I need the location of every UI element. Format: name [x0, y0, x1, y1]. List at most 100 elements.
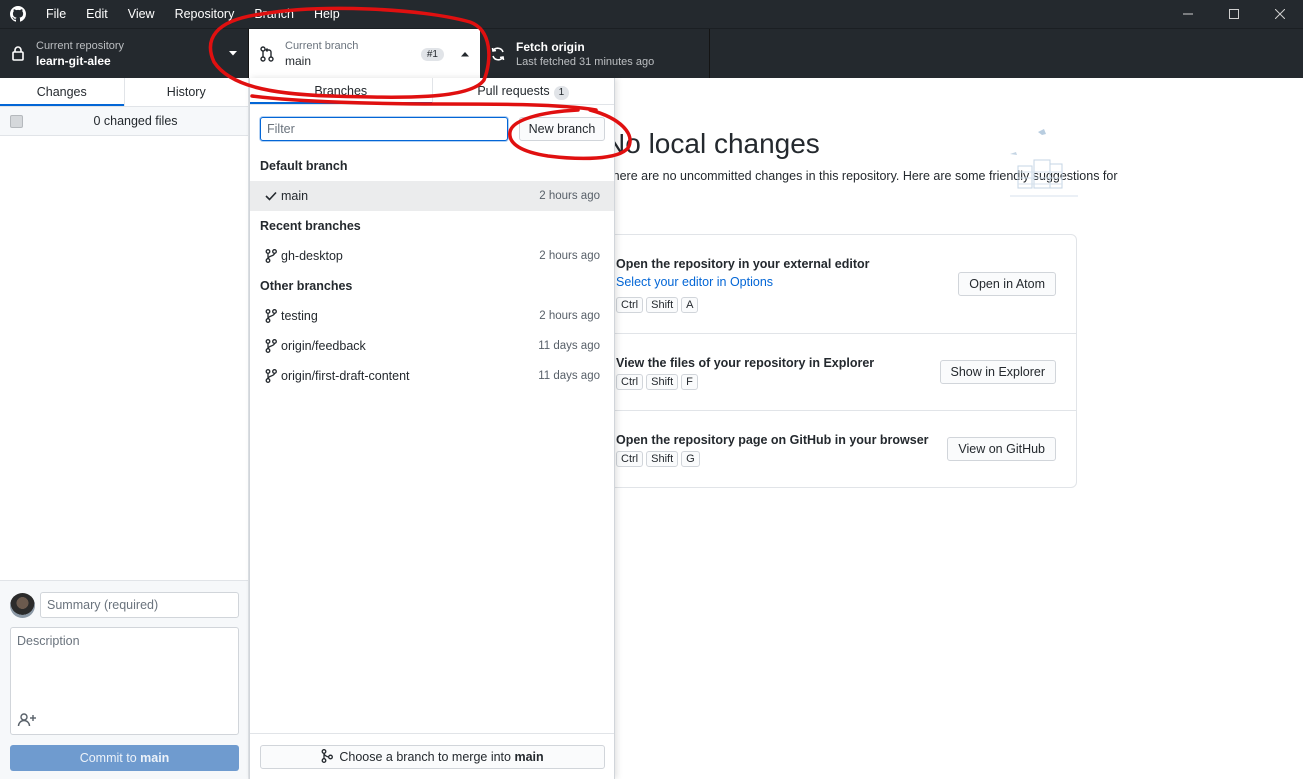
menu-file[interactable]: File [36, 0, 76, 28]
toolbar: Current repository learn-git-alee Curren… [0, 28, 1303, 79]
branch-dropdown: Branches Pull requests1 New branch Defau… [249, 78, 615, 779]
add-coauthor-icon[interactable] [17, 712, 37, 728]
commit-button-branch: main [140, 751, 170, 765]
branch-name: main [281, 189, 309, 203]
branch-row-origin-first-draft-content[interactable]: origin/first-draft-content 11 days ago [250, 361, 614, 391]
branch-time: 2 hours ago [539, 310, 600, 322]
branch-icon [250, 339, 281, 353]
key-ctrl: Ctrl [616, 374, 644, 390]
pull-requests-count-badge: 1 [553, 86, 570, 100]
menu-branch[interactable]: Branch [244, 0, 304, 28]
pull-request-icon [249, 46, 285, 62]
description-input[interactable] [11, 628, 238, 708]
pr-number-badge: #1 [420, 47, 444, 61]
tab-pull-requests[interactable]: Pull requests 1 [431, 78, 615, 104]
tab-changes[interactable]: Changes [0, 78, 124, 106]
branch-dropdown-footer: Choose a branch to merge into main [250, 733, 614, 779]
commit-button-prefix: Commit to [79, 751, 141, 765]
merge-button-branch: main [514, 750, 544, 764]
branch-name: gh-desktop [281, 249, 343, 263]
branch-icon [250, 369, 281, 383]
changes-header: 0 changed files [0, 107, 248, 136]
current-branch-button[interactable]: Current branch main #1 [249, 29, 480, 79]
changed-files-count: 0 changed files [93, 114, 178, 128]
open-in-atom-button[interactable]: Open in Atom [958, 272, 1056, 296]
suggestion-show-explorer: View the files of your repository in Exp… [606, 334, 1076, 411]
key-shift: Shift [646, 297, 679, 313]
select-all-checkbox[interactable] [10, 114, 23, 128]
branch-dropdown-tabs: Branches Pull requests 1 [250, 78, 614, 105]
branch-time: 2 hours ago [539, 250, 600, 262]
shortcut-keys: Ctrl Shift G [616, 451, 700, 467]
branch-row-origin-feedback[interactable]: origin/feedback 11 days ago [250, 331, 614, 361]
new-branch-button[interactable]: New branch [519, 117, 605, 141]
default-branch-heading: Default branch [260, 159, 348, 173]
sidebar: Changes History 0 changed files Commit t… [0, 78, 249, 779]
show-in-explorer-button[interactable]: Show in Explorer [939, 360, 1056, 384]
menu-repository[interactable]: Repository [165, 0, 245, 28]
suggestion-title: View the files of your repository in Exp… [616, 356, 875, 370]
avatar [10, 593, 35, 618]
branch-time: 11 days ago [538, 370, 600, 382]
summary-input[interactable] [40, 592, 239, 618]
merge-icon [321, 748, 334, 766]
minimize-icon[interactable] [1165, 0, 1211, 28]
branch-icon [250, 249, 281, 263]
menu-edit[interactable]: Edit [76, 0, 118, 28]
last-fetched-text: Last fetched 31 minutes ago [516, 55, 655, 68]
editor-options-link[interactable]: Select your editor in Options [616, 275, 773, 289]
key-shift: Shift [646, 374, 679, 390]
branch-time: 2 hours ago [539, 190, 600, 202]
menu-help[interactable]: Help [304, 0, 350, 28]
merge-button-prefix: Choose a branch to merge into [339, 750, 515, 764]
key-ctrl: Ctrl [616, 451, 644, 467]
sync-icon [480, 46, 516, 62]
key-f: F [681, 374, 698, 390]
suggestion-title: Open the repository page on GitHub in yo… [616, 433, 929, 447]
key-shift: Shift [646, 451, 679, 467]
pull-requests-label: Pull requests [477, 84, 550, 98]
sidebar-tabs: Changes History [0, 78, 248, 107]
fetch-origin-title: Fetch origin [516, 39, 585, 54]
key-ctrl: Ctrl [616, 297, 644, 313]
recent-branches-heading: Recent branches [260, 219, 361, 233]
merge-into-branch-button[interactable]: Choose a branch to merge into main [260, 745, 605, 769]
suggestion-view-github: Open the repository page on GitHub in yo… [606, 411, 1076, 488]
branch-name: origin/first-draft-content [281, 369, 410, 383]
check-icon [250, 191, 281, 201]
current-branch-label: Current branch [285, 40, 359, 52]
current-repository-label: Current repository [36, 39, 125, 52]
commit-area: Commit to main [0, 580, 248, 779]
title-bar: File Edit View Repository Branch Help [0, 0, 1303, 28]
current-branch-name: main [285, 54, 312, 68]
current-repository-button[interactable]: Current repository learn-git-alee [0, 29, 249, 78]
empty-state-illustration-icon [1000, 124, 1090, 204]
branch-name: testing [281, 309, 318, 323]
other-branches-heading: Other branches [260, 279, 353, 293]
commit-button[interactable]: Commit to main [10, 745, 239, 771]
branch-time: 11 days ago [538, 340, 600, 352]
key-g: G [681, 451, 700, 467]
fetch-origin-button[interactable]: Fetch origin Last fetched 31 minutes ago [480, 29, 710, 78]
suggestions-panel: Open the repository in your external edi… [605, 234, 1077, 488]
maximize-icon[interactable] [1211, 0, 1257, 28]
suggestion-title: Open the repository in your external edi… [616, 257, 870, 271]
close-icon[interactable] [1257, 0, 1303, 28]
tab-branches[interactable]: Branches [250, 78, 432, 104]
suggestion-open-editor: Open the repository in your external edi… [606, 235, 1076, 334]
branch-name: origin/feedback [281, 339, 366, 353]
lock-icon [0, 46, 36, 61]
branch-row-testing[interactable]: testing 2 hours ago [250, 301, 614, 331]
branch-filter-input[interactable] [260, 117, 508, 141]
github-logo-icon [0, 0, 36, 28]
view-on-github-button[interactable]: View on GitHub [947, 437, 1056, 461]
tab-history[interactable]: History [123, 78, 249, 106]
current-repository-name: learn-git-alee [36, 53, 111, 68]
branch-row-main[interactable]: main 2 hours ago [250, 181, 614, 211]
branch-row-gh-desktop[interactable]: gh-desktop 2 hours ago [250, 241, 614, 271]
caret-down-icon [218, 51, 248, 56]
caret-up-icon [450, 51, 480, 57]
shortcut-keys: Ctrl Shift A [616, 297, 699, 313]
menu-view[interactable]: View [118, 0, 165, 28]
key-a: A [681, 297, 699, 313]
